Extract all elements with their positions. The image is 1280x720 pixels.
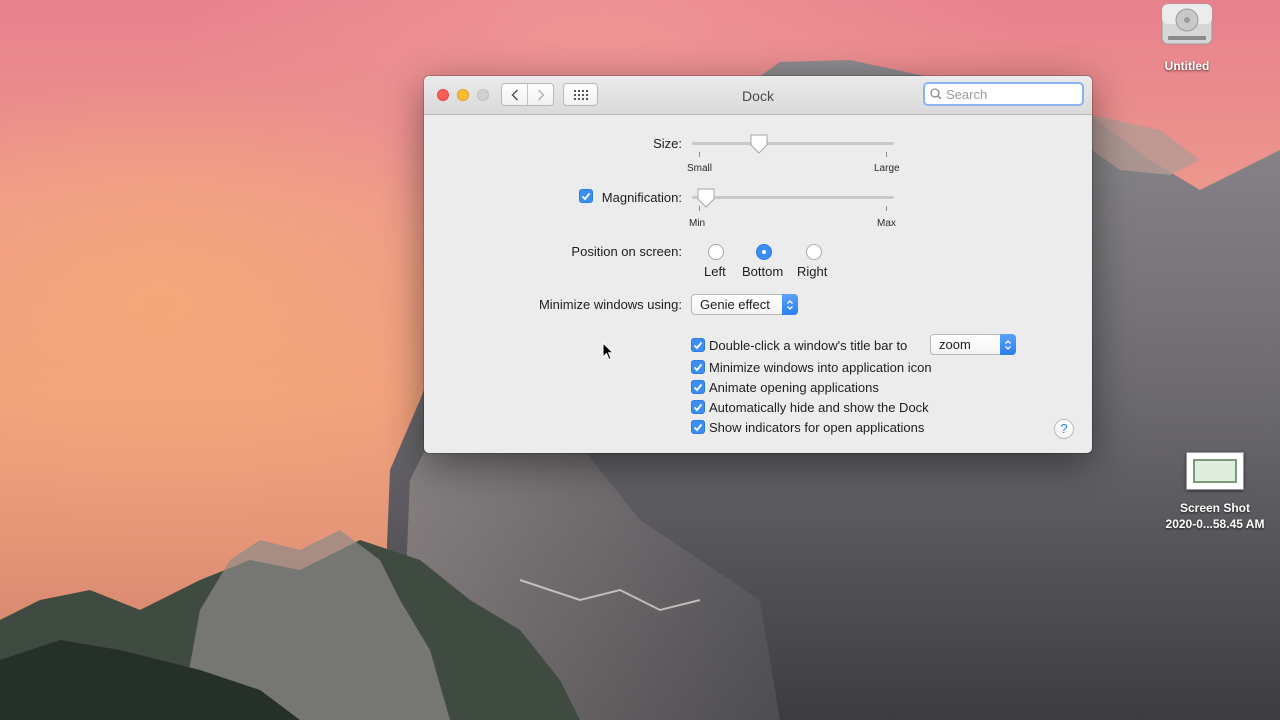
desktop-icon-screenshot[interactable]: Screen Shot 2020-0...58.45 AM [1150,452,1280,532]
position-label: Position on screen: [571,244,682,259]
desktop-icon-label-line2: 2020-0...58.45 AM [1165,517,1265,531]
autohide-dock-checkbox[interactable] [691,400,705,414]
double-click-label: Double-click a window's title bar to [709,338,908,353]
checkmark-icon [693,363,703,371]
size-label: Size: [653,136,682,151]
size-tick-max [886,152,887,157]
animate-opening-label: Animate opening applications [709,380,879,395]
magnification-tick-max [886,206,887,211]
checkmark-icon [693,383,703,391]
size-slider-track[interactable] [692,142,894,145]
magnification-min-label: Min [689,218,706,229]
position-left-radio[interactable] [708,244,724,260]
double-click-action-popup[interactable]: zoom [930,334,1016,355]
animate-opening-checkbox[interactable] [691,380,705,394]
magnification-label: Magnification: [601,190,682,205]
double-click-checkbox[interactable] [691,338,705,352]
desktop-icon-label-line1: Screen Shot [1179,501,1251,515]
title-bar[interactable]: Dock [424,76,1092,115]
screenshot-file-icon [1186,452,1244,490]
size-slider-thumb[interactable] [750,134,768,154]
autohide-dock-label: Automatically hide and show the Dock [709,400,929,415]
hard-drive-icon [1160,0,1214,48]
checkmark-icon [693,423,703,431]
magnification-checkbox[interactable] [579,189,593,203]
search-input[interactable] [946,86,1066,102]
position-right-label: Right [797,264,828,279]
magnification-slider-track[interactable] [692,196,894,199]
desktop-icon-untitled[interactable]: Untitled [1150,0,1224,74]
search-icon [930,88,942,100]
show-indicators-label: Show indicators for open applications [709,420,925,435]
minimize-effect-label: Minimize windows using: [538,297,682,312]
double-click-action-value: zoom [939,337,971,352]
position-left-label: Left [704,264,726,279]
minimize-effect-value: Genie effect [700,297,770,312]
mouse-pointer-icon [602,342,614,361]
position-bottom-radio[interactable] [756,244,772,260]
magnification-slider-thumb[interactable] [697,188,715,208]
position-right-radio[interactable] [806,244,822,260]
minimize-into-icon-label: Minimize windows into application icon [709,360,932,375]
popup-arrows-icon [782,294,798,315]
help-button[interactable]: ? [1054,419,1074,439]
dock-preferences-window: Dock Size: Small Large Magnification: Mi… [424,76,1092,453]
checkmark-icon [581,192,591,200]
magnification-max-label: Max [877,218,896,229]
size-max-label: Large [874,163,900,174]
position-bottom-label: Bottom [742,264,784,279]
checkmark-icon [693,341,703,349]
minimize-effect-popup[interactable]: Genie effect [691,294,798,315]
desktop-icon-label: Untitled [1164,59,1210,73]
search-field[interactable] [923,82,1084,106]
checkmark-icon [693,403,703,411]
minimize-into-icon-checkbox[interactable] [691,360,705,374]
size-min-label: Small [687,163,713,174]
popup-arrows-icon [1000,334,1016,355]
size-tick-min [699,152,700,157]
show-indicators-checkbox[interactable] [691,420,705,434]
